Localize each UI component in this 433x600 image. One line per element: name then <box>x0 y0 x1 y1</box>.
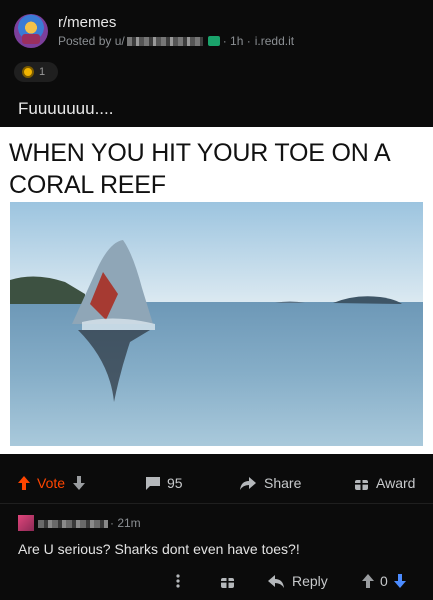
award-coin-icon <box>22 66 34 78</box>
give-award-button[interactable] <box>221 570 234 592</box>
comment-actions: Reply 0 <box>0 570 433 592</box>
comment-score: 0 <box>380 573 388 589</box>
award-count: 1 <box>39 66 46 78</box>
award-icon <box>355 476 368 490</box>
upvote-arrow-icon[interactable] <box>18 476 30 490</box>
subreddit-avatar[interactable] <box>14 14 48 48</box>
shark-photo-illustration <box>10 202 423 446</box>
comments-button[interactable]: 95 <box>146 470 183 496</box>
comment-avatar[interactable] <box>18 515 34 531</box>
gift-icon <box>221 574 234 588</box>
award-chip[interactable]: 1 <box>14 62 58 82</box>
subreddit-name[interactable]: r/memes <box>58 14 116 31</box>
post-header: r/memes Posted by u/ · 1h · i.redd.it <box>0 0 433 60</box>
reply-button[interactable]: Reply <box>268 570 328 592</box>
downvote-arrow-icon[interactable] <box>73 476 86 490</box>
award-button[interactable]: Award <box>355 470 415 496</box>
comment-time: · 21m <box>110 516 141 530</box>
vote-group: Vote <box>18 470 86 496</box>
vote-label: Vote <box>37 475 66 491</box>
post-time: · 1h · <box>222 34 251 48</box>
more-options-button[interactable] <box>176 570 180 592</box>
award-label: Award <box>376 475 416 491</box>
comment-icon <box>146 476 160 490</box>
comments-count: 95 <box>167 475 183 491</box>
share-arrow-icon <box>240 476 256 490</box>
reply-arrow-icon <box>268 574 284 588</box>
redacted-comment-username[interactable] <box>38 520 108 528</box>
share-button[interactable]: Share <box>240 470 301 496</box>
post-title[interactable]: Fuuuuuuu.... <box>18 99 113 119</box>
reply-label: Reply <box>292 573 328 589</box>
post-meta: Posted by u/ · 1h · i.redd.it <box>58 34 294 48</box>
posted-by-label: Posted by u/ <box>58 34 125 48</box>
upvote-arrow-icon[interactable] <box>362 574 374 588</box>
redacted-username <box>126 36 203 46</box>
comment-vote-group: 0 <box>362 570 406 592</box>
comment-body: Are U serious? Sharks dont even have toe… <box>18 541 300 557</box>
meme-image[interactable]: WHEN YOU HIT YOUR TOE ON A CORAL REEF <box>0 127 433 454</box>
shark-photo <box>10 202 423 446</box>
home-icon <box>207 36 220 46</box>
share-label: Share <box>264 475 302 491</box>
more-options-icon <box>176 574 180 588</box>
downvote-arrow-icon[interactable] <box>393 574 406 588</box>
post-domain[interactable]: i.redd.it <box>255 34 294 48</box>
post-actions: Vote 95 Share Award <box>0 470 433 496</box>
meme-caption: WHEN YOU HIT YOUR TOE ON A CORAL REEF <box>9 139 390 199</box>
divider <box>0 503 433 504</box>
